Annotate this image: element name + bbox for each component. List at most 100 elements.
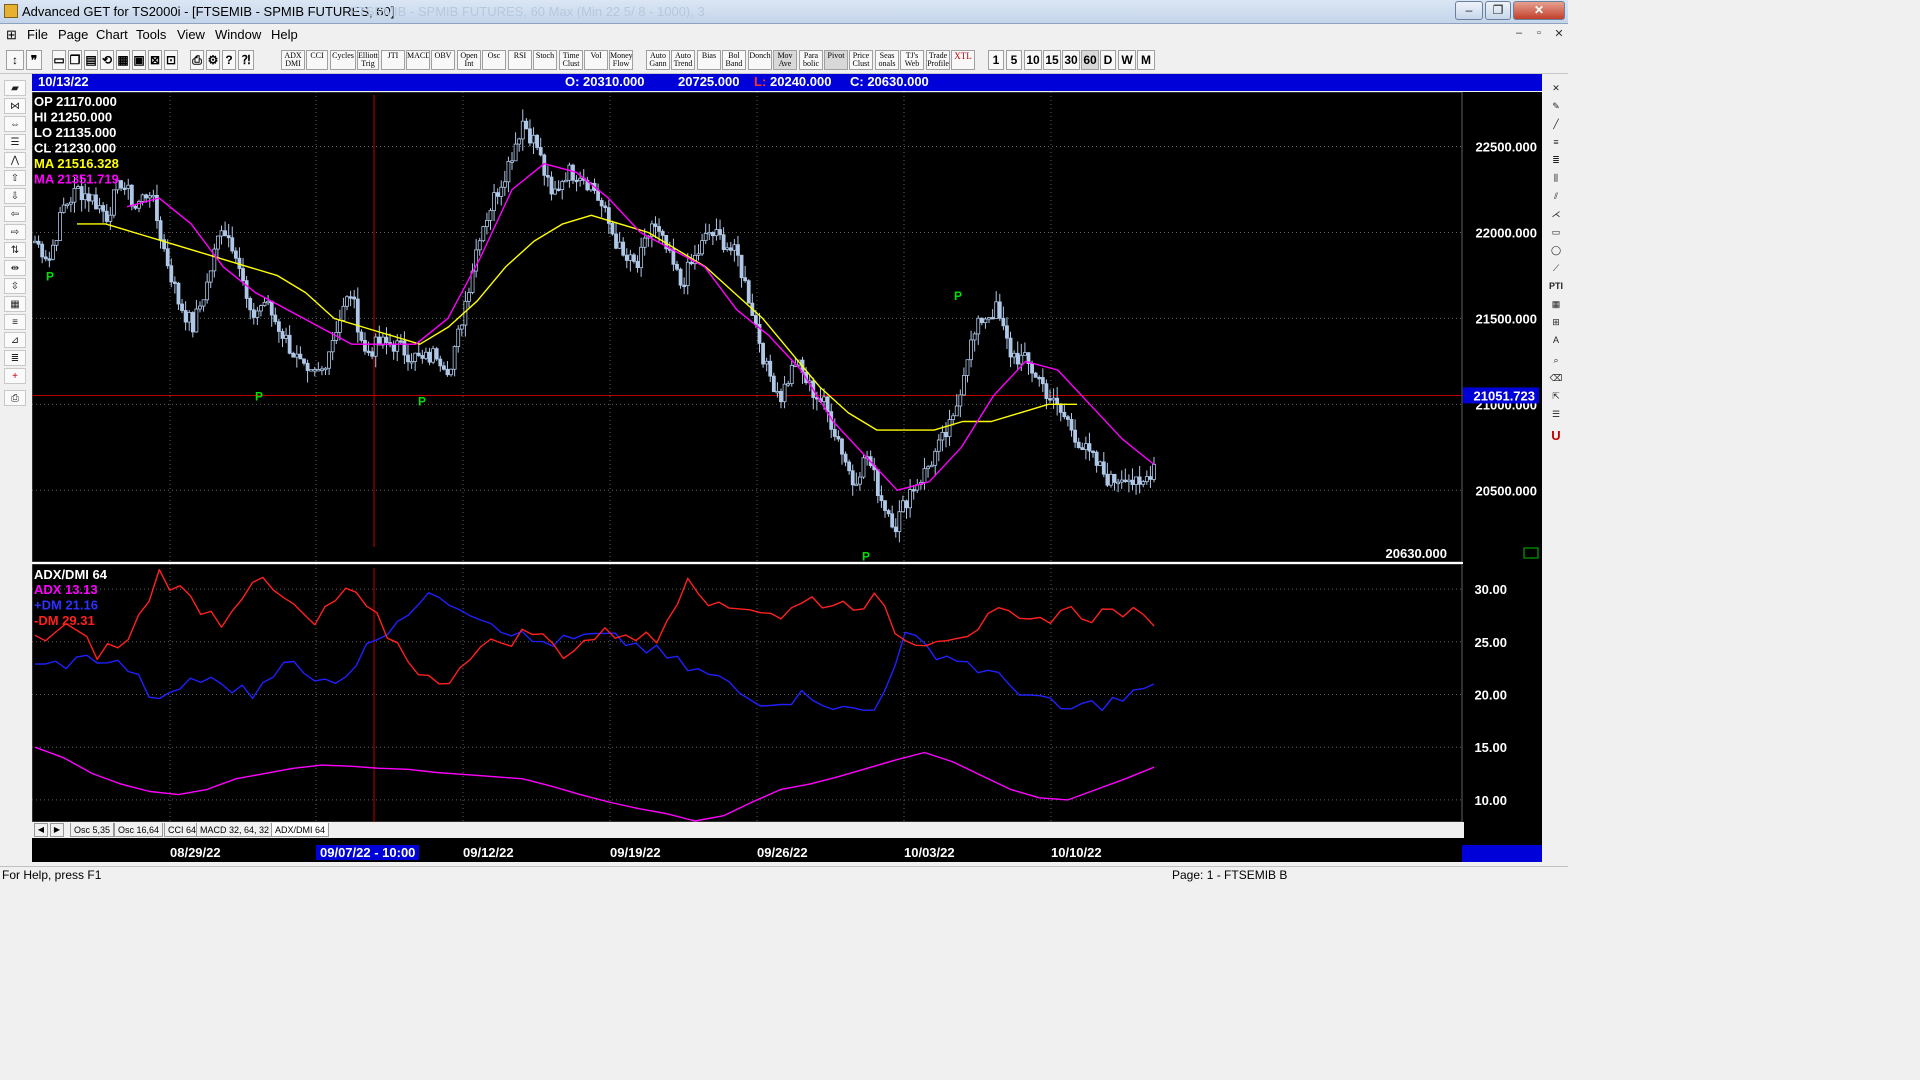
layout-icon[interactable]: ▣ bbox=[132, 50, 146, 70]
quote-tool-icon[interactable]: ❞ bbox=[26, 50, 42, 70]
study-time-clust-button[interactable]: Time Clust bbox=[559, 50, 583, 70]
bol-band-button[interactable]: Bol Band bbox=[722, 50, 746, 70]
menu-doc-icon[interactable]: ⊞ bbox=[6, 27, 17, 43]
new-doc-icon[interactable]: ▭ bbox=[52, 50, 66, 70]
menu-view[interactable]: View bbox=[177, 27, 205, 42]
timeframe-10-button[interactable]: 10 bbox=[1024, 50, 1042, 70]
pointer-tool-icon[interactable]: ↕ bbox=[6, 50, 24, 70]
rectangle-icon[interactable]: ▭ bbox=[1547, 224, 1565, 240]
study-money-flow-button[interactable]: Money Flow bbox=[609, 50, 633, 70]
menu-help[interactable]: Help bbox=[271, 27, 298, 42]
undo-icon[interactable]: U bbox=[1547, 428, 1565, 444]
mov-ave-button[interactable]: Mov Ave bbox=[773, 50, 797, 70]
grid-icon[interactable]: ⊠ bbox=[148, 50, 162, 70]
pti-icon[interactable]: PTI bbox=[1547, 278, 1565, 294]
mob-icon[interactable]: ⊞ bbox=[1547, 314, 1565, 330]
chart-area[interactable]: PPPPP 22500.000 22000.000 21500.000 21000.0… bbox=[31, 91, 1542, 849]
auto-trend-button[interactable]: Auto Trend bbox=[671, 50, 695, 70]
study-elliott-trig-button[interactable]: Elliott Trig bbox=[357, 50, 379, 70]
elliott-tool-icon[interactable]: ⋀ bbox=[4, 152, 26, 168]
study-adx-dmi-button[interactable]: ADX DMI bbox=[281, 50, 305, 70]
tjs-web-button[interactable]: TJ's Web bbox=[900, 50, 924, 70]
expand-vertical-icon[interactable]: ⇳ bbox=[4, 278, 26, 294]
fan-icon[interactable]: ⋌ bbox=[1547, 206, 1565, 222]
print-tool-icon[interactable]: ⎙ bbox=[4, 390, 26, 406]
fib-ext-icon[interactable]: ≣ bbox=[1547, 152, 1565, 168]
expand-horizontal-icon[interactable]: ⇹ bbox=[4, 260, 26, 276]
arrow-down-icon[interactable]: ⇩ bbox=[4, 188, 26, 204]
study-obv-button[interactable]: OBV bbox=[431, 50, 455, 70]
pivot-button[interactable]: Pivot bbox=[824, 50, 848, 70]
list-icon[interactable]: ☰ bbox=[1547, 406, 1565, 422]
study-rsi-button[interactable]: RSI bbox=[508, 50, 532, 70]
chart-svg[interactable]: PP PPP 22500.00022000.00021500.00021000.0… bbox=[31, 91, 1542, 849]
study-jti-button[interactable]: JTI bbox=[381, 50, 405, 70]
timeframe-30-button[interactable]: 30 bbox=[1062, 50, 1080, 70]
copy-icon[interactable]: ❐ bbox=[68, 50, 82, 70]
study-cycles-button[interactable]: Cycles bbox=[330, 50, 356, 70]
study-stoch-button[interactable]: Stoch bbox=[533, 50, 557, 70]
compress-icon[interactable]: ⇅ bbox=[4, 242, 26, 258]
arrow-right-icon[interactable]: ⇨ bbox=[4, 224, 26, 240]
tab-cci-64[interactable]: CCI 64 bbox=[164, 823, 201, 837]
info-icon[interactable]: ? bbox=[222, 50, 236, 70]
study-osc-button[interactable]: Osc bbox=[482, 50, 506, 70]
trendline-icon[interactable]: ╱ bbox=[1547, 116, 1565, 132]
folder-icon[interactable]: ▰ bbox=[4, 80, 26, 96]
refresh-icon[interactable]: ⟲ bbox=[100, 50, 114, 70]
close-button[interactable]: ✕ bbox=[1513, 1, 1565, 20]
tab-next-icon[interactable]: ▶ bbox=[50, 823, 64, 837]
tab-adx-dmi-64[interactable]: ADX/DMI 64 bbox=[271, 823, 330, 837]
pen-tool-icon[interactable]: ✎ bbox=[1547, 98, 1565, 114]
menu-page[interactable]: Page bbox=[58, 27, 88, 42]
close-drawings-icon[interactable]: ✕ bbox=[1547, 80, 1565, 96]
export-icon[interactable]: ⇱ bbox=[1547, 388, 1565, 404]
trade-profile-button[interactable]: Trade Profile bbox=[926, 50, 950, 70]
help-pointer-icon[interactable]: ⁈ bbox=[238, 50, 254, 70]
restore-button[interactable]: ❐ bbox=[1485, 1, 1511, 20]
gann-fan-icon[interactable]: ⟋ bbox=[1547, 260, 1565, 276]
arrow-left-icon[interactable]: ⇦ bbox=[4, 206, 26, 222]
xtl-button[interactable]: XTL bbox=[951, 50, 975, 70]
study-tool-icon[interactable]: ☰ bbox=[4, 134, 26, 150]
gann-tool-icon[interactable]: ⊿ bbox=[4, 332, 26, 348]
zoom-icon[interactable]: ⊡ bbox=[164, 50, 178, 70]
tile-icon[interactable]: ▦ bbox=[116, 50, 130, 70]
chart-icon[interactable]: ▤ bbox=[84, 50, 98, 70]
menu-tools[interactable]: Tools bbox=[136, 27, 166, 42]
timeframe-1-button[interactable]: 1 bbox=[988, 50, 1004, 70]
menu-file[interactable]: File bbox=[27, 27, 48, 42]
grid-box-icon[interactable]: ▦ bbox=[1547, 296, 1565, 312]
timeframe-m-button[interactable]: M bbox=[1137, 50, 1155, 70]
channel-icon[interactable]: ⫽ bbox=[1547, 188, 1565, 204]
text-tool-icon[interactable]: A bbox=[1547, 332, 1565, 348]
seasonals-button[interactable]: Seas onals bbox=[875, 50, 899, 70]
timeframe-15-button[interactable]: 15 bbox=[1043, 50, 1061, 70]
pattern-tool-icon[interactable]: ⋈ bbox=[4, 98, 26, 114]
reset-tool-icon[interactable]: ⇔ bbox=[4, 116, 26, 132]
donch-button[interactable]: Donch bbox=[748, 50, 772, 70]
fib-time-icon[interactable]: ⫼ bbox=[1547, 170, 1565, 186]
timeframe-d-button[interactable]: D bbox=[1100, 50, 1116, 70]
timeframe-60-button[interactable]: 60 bbox=[1081, 50, 1099, 70]
menu-chart[interactable]: Chart bbox=[96, 27, 128, 42]
study-open-int-button[interactable]: Open Int bbox=[457, 50, 481, 70]
price-clust-button[interactable]: Price Clust bbox=[849, 50, 873, 70]
study-cci-button[interactable]: CCI bbox=[306, 50, 328, 70]
arrow-up-icon[interactable]: ⇧ bbox=[4, 170, 26, 186]
ellipse-icon[interactable]: ◯ bbox=[1547, 242, 1565, 258]
timeframe-w-button[interactable]: W bbox=[1118, 50, 1136, 70]
child-close-button[interactable]: ✕ bbox=[1550, 27, 1568, 43]
tab-prev-icon[interactable]: ◀ bbox=[34, 823, 48, 837]
study-vol-button[interactable]: Vol bbox=[584, 50, 608, 70]
fib-tool-icon[interactable]: ≣ bbox=[4, 350, 26, 366]
tab-osc-5-35[interactable]: Osc 5,35 bbox=[70, 823, 115, 837]
timeframe-5-button[interactable]: 5 bbox=[1006, 50, 1022, 70]
bias-button[interactable]: Bias bbox=[697, 50, 721, 70]
crosshair-tool-icon[interactable]: + bbox=[4, 368, 26, 384]
grid-tool-icon[interactable]: ▦ bbox=[4, 296, 26, 312]
auto-gann-button[interactable]: Auto Gann bbox=[646, 50, 670, 70]
menu-window[interactable]: Window bbox=[215, 27, 261, 42]
erase-icon[interactable]: ⌫ bbox=[1547, 370, 1565, 386]
tab-macd-32-64-32[interactable]: MACD 32, 64, 32 bbox=[196, 823, 274, 837]
